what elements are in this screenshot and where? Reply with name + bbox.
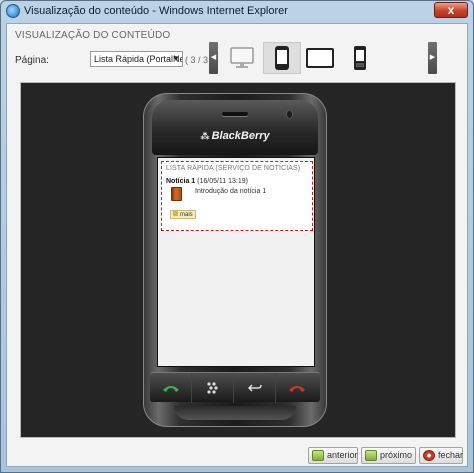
browser-window: Visualização do conteúdo - Windows Inter…	[0, 0, 474, 473]
previous-button[interactable]: anterior	[308, 447, 358, 464]
window-title: Visualização do conteúdo - Windows Inter…	[24, 5, 288, 17]
back-arrow-icon	[247, 384, 262, 392]
news-description: Introdução da notícia 1	[195, 188, 267, 195]
device-widescreen-button[interactable]	[301, 42, 339, 74]
monitor-icon	[230, 47, 254, 68]
arrow-left-icon	[312, 450, 324, 461]
widescreen-icon	[306, 48, 334, 68]
device-scroll-right-button[interactable]: ▶	[428, 42, 437, 74]
list-title: LISTA RÁPIDA (SERVIÇO DE NOTÍCIAS)	[166, 165, 301, 172]
device-phone-button[interactable]	[341, 42, 379, 74]
more-button[interactable]: mais	[170, 210, 196, 219]
plus-icon	[173, 211, 178, 216]
phone-icon	[354, 46, 366, 70]
chevron-down-icon: ▼	[172, 54, 180, 63]
arrow-right-icon	[365, 450, 377, 461]
end-call-icon	[289, 386, 305, 392]
internet-explorer-icon	[6, 4, 20, 18]
next-label: próximo	[380, 450, 413, 460]
news-date: (16/05/11 13:19)	[197, 178, 248, 185]
title-bar[interactable]: Visualização do conteúdo - Windows Inter…	[1, 1, 473, 21]
news-heading[interactable]: Notícia 1 (16/05/11 13:19)	[166, 178, 248, 185]
previous-label: anterior	[327, 450, 358, 460]
device-scroll-left-button[interactable]: ◀	[209, 42, 218, 74]
news-title: Notícia 1	[166, 178, 196, 185]
close-label: fechar	[438, 450, 464, 460]
page-select-value: Lista Rápida (PortalNews)	[94, 54, 182, 64]
device-desktop-button[interactable]	[223, 42, 261, 74]
page-label: Página:	[15, 55, 49, 66]
close-icon	[423, 450, 435, 461]
call-key	[150, 373, 192, 403]
device-smartphone-button[interactable]	[263, 42, 301, 74]
section-title: VISUALIZAÇÃO DO CONTEÚDO	[15, 30, 171, 41]
quick-list-widget[interactable]: LISTA RÁPIDA (SERVIÇO DE NOTÍCIAS) Notíc…	[161, 161, 313, 231]
back-key	[234, 373, 276, 403]
page-select[interactable]: Lista Rápida (PortalNews) ▼	[90, 51, 183, 67]
phone-bottom-bezel	[174, 406, 296, 420]
brand-name: BlackBerry	[211, 130, 270, 142]
blackberry-device-frame: ⁂ BlackBerry LISTA RÁPIDA (SERVIÇO DE NOT…	[143, 93, 327, 427]
news-thumbnail-icon	[171, 187, 182, 201]
brand-logo: ⁂ BlackBerry	[152, 130, 318, 142]
menu-key	[192, 373, 234, 403]
phone-screen: LISTA RÁPIDA (SERVIÇO DE NOTÍCIAS) Notíc…	[157, 157, 315, 367]
content-preview-panel: VISUALIZAÇÃO DO CONTEÚDO Página: Lista R…	[6, 23, 468, 467]
next-button[interactable]: próximo	[361, 447, 416, 464]
front-camera	[286, 110, 293, 119]
blackberry-menu-icon	[206, 382, 218, 394]
window-close-button[interactable]: x	[434, 2, 468, 18]
phone-top-bezel: ⁂ BlackBerry	[152, 100, 318, 155]
close-button[interactable]: fechar	[419, 447, 463, 464]
end-call-key	[276, 373, 318, 403]
speaker-grille	[222, 112, 248, 116]
blackberry-logo-icon: ⁂	[200, 131, 210, 141]
more-label: mais	[180, 212, 193, 218]
preview-area: ⁂ BlackBerry LISTA RÁPIDA (SERVIÇO DE NOT…	[20, 82, 456, 438]
smartphone-icon	[275, 46, 289, 70]
call-icon	[162, 386, 179, 392]
phone-keypad	[150, 372, 320, 403]
